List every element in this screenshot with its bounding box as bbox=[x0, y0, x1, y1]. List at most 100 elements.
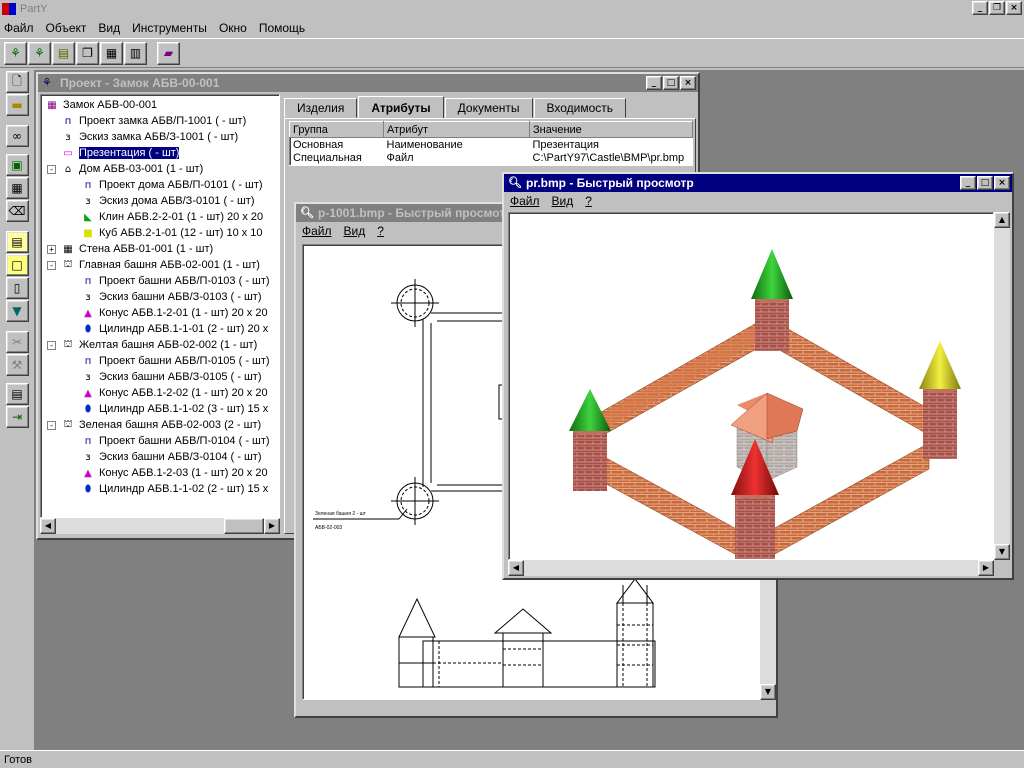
tree-node[interactable]: з Эскиз башни АБВ/З-0105 ( - шт) bbox=[81, 369, 261, 385]
minimize-button[interactable]: _ bbox=[646, 76, 662, 90]
menu-file[interactable]: Файл bbox=[302, 224, 332, 238]
tab-products[interactable]: Изделия bbox=[284, 98, 358, 118]
preview-window-titlebar[interactable]: 🔍︎ pr.bmp - Быстрый просмотр _ □ × bbox=[504, 174, 1012, 192]
tab-attributes[interactable]: Атрибуты bbox=[358, 96, 444, 118]
table-row[interactable]: Специальная Файл C:\PartY97\Castle\BMP\p… bbox=[290, 152, 693, 166]
filter-icon[interactable]: ▼ bbox=[5, 300, 29, 322]
menu-help[interactable]: ? bbox=[377, 224, 384, 238]
tab-documents[interactable]: Документы bbox=[444, 98, 533, 118]
collapse-icon[interactable]: - bbox=[47, 261, 56, 270]
binoculars-icon[interactable]: ∞ bbox=[5, 125, 29, 147]
tree-node[interactable]: п Проект башни АБВ/П-0103 ( - шт) bbox=[81, 273, 270, 289]
minimize-button[interactable]: _ bbox=[960, 176, 976, 190]
menu-tools[interactable]: Инструменты bbox=[132, 21, 207, 35]
page-yellow-icon[interactable]: □ bbox=[5, 254, 29, 276]
tree-node[interactable]: з Эскиз башни АБВ/З-0103 ( - шт) bbox=[81, 289, 261, 305]
tree-node[interactable]: ⬮ Цилиндр АБВ.1-1-02 (3 - шт) 15 x bbox=[81, 401, 268, 417]
tree-node[interactable]: ▲ Конус АБВ.1-2-02 (1 - шт) 20 x 20 bbox=[81, 385, 267, 401]
expand-icon[interactable]: + bbox=[47, 245, 56, 254]
tree-node[interactable]: ⛫ Зеленая башня АБВ-02-003 (2 - шт) bbox=[61, 417, 261, 433]
tree-node[interactable]: ⌂ Дом АБВ-03-001 (1 - шт) bbox=[61, 161, 203, 177]
tree-node[interactable]: ⬮ Цилиндр АБВ.1-1-01 (2 - шт) 20 x bbox=[81, 321, 268, 337]
tree-node[interactable]: ▭ Презентация ( - шт) bbox=[61, 145, 180, 161]
open-folder-icon[interactable]: ▬ bbox=[5, 94, 29, 116]
cylinder-icon: ⬮ bbox=[84, 403, 92, 415]
book-icon[interactable]: ▰ bbox=[157, 41, 180, 65]
exit-icon[interactable]: ⇥ bbox=[5, 406, 29, 428]
tree-node[interactable]: п Проект замка АБВ/П-1001 ( - шт) bbox=[61, 113, 247, 129]
menu-object[interactable]: Объект bbox=[46, 21, 87, 35]
scroll-left-icon[interactable]: ◀ bbox=[40, 518, 56, 534]
tree-node[interactable]: ⛫ Желтая башня АБВ-02-002 (1 - шт) bbox=[61, 337, 257, 353]
app-icon bbox=[2, 3, 16, 15]
table-row[interactable]: Основная Наименование Презентация bbox=[290, 138, 693, 152]
eraser-icon[interactable]: ⌫ bbox=[5, 200, 29, 222]
preview-hscroll[interactable]: ◀ ▶ bbox=[508, 560, 994, 576]
scroll-down-icon[interactable]: ▼ bbox=[760, 684, 776, 700]
menu-view[interactable]: Вид bbox=[98, 21, 120, 35]
tree-node[interactable]: ▦ Стена АБВ-01-001 (1 - шт) bbox=[61, 241, 213, 257]
tree-folder-icon[interactable]: ▤ bbox=[52, 41, 75, 65]
scroll-left-icon[interactable]: ◀ bbox=[508, 560, 524, 576]
app-close-button[interactable]: × bbox=[1006, 1, 1022, 15]
object-icon[interactable]: ▣ bbox=[5, 154, 29, 176]
preview-vscroll[interactable]: ▲ ▼ bbox=[994, 212, 1010, 560]
tree-node[interactable]: ⛫ Главная башня АБВ-02-001 (1 - шт) bbox=[61, 257, 260, 273]
project-tree[interactable]: ▦ Замок АБВ-00-001 п Проект замка АБВ/П-100… bbox=[40, 94, 280, 518]
scroll-down-icon[interactable]: ▼ bbox=[994, 544, 1010, 560]
tree-node[interactable]: ▦ Замок АБВ-00-001 bbox=[45, 97, 157, 113]
tree-node[interactable]: ▲ Конус АБВ.1-2-03 (1 - шт) 20 x 20 bbox=[81, 465, 267, 481]
table-cell: Презентация bbox=[532, 138, 599, 151]
tree-node[interactable]: п Проект башни АБВ/П-0105 ( - шт) bbox=[81, 353, 270, 369]
collapse-icon[interactable]: - bbox=[47, 341, 56, 350]
menu-file[interactable]: Файл bbox=[510, 194, 540, 208]
tools-icon[interactable]: ⚒ bbox=[5, 354, 29, 376]
scroll-right-icon[interactable]: ▶ bbox=[264, 518, 280, 534]
tree-node[interactable]: п Проект дома АБВ/П-0101 ( - шт) bbox=[81, 177, 263, 193]
page-icon[interactable]: ▤ bbox=[5, 231, 29, 253]
tree-node[interactable]: ■ Куб АБВ.2-1-01 (12 - шт) 10 x 10 bbox=[81, 225, 262, 241]
preview-canvas[interactable] bbox=[508, 212, 994, 560]
properties-icon[interactable]: ▤ bbox=[5, 383, 29, 405]
tree-node[interactable]: з Эскиз замка АБВ/З-1001 ( - шт) bbox=[61, 129, 238, 145]
col-group-header[interactable]: Группа bbox=[289, 121, 384, 138]
scroll-right-icon[interactable]: ▶ bbox=[978, 560, 994, 576]
menu-window[interactable]: Окно bbox=[219, 21, 247, 35]
app-restore-button[interactable]: ❐ bbox=[989, 1, 1005, 15]
tree-node-label: Замок АБВ-00-001 bbox=[63, 99, 158, 111]
tree-node[interactable]: ▲ Конус АБВ.1-2-01 (1 - шт) 20 x 20 bbox=[81, 305, 267, 321]
scroll-thumb[interactable] bbox=[224, 518, 264, 534]
tree-node[interactable]: п Проект башни АБВ/П-0104 ( - шт) bbox=[81, 433, 270, 449]
tree-node[interactable]: ⬮ Цилиндр АБВ.1-1-02 (2 - шт) 15 x bbox=[81, 481, 268, 497]
maximize-button[interactable]: □ bbox=[977, 176, 993, 190]
scroll-up-icon[interactable]: ▲ bbox=[994, 212, 1010, 228]
new-document-icon[interactable]: 🗋 bbox=[5, 71, 29, 93]
tree-alt-icon[interactable]: ⚘ bbox=[28, 41, 51, 65]
menu-help[interactable]: Помощь bbox=[259, 21, 305, 35]
menu-view[interactable]: Вид bbox=[552, 194, 574, 208]
col-attribute-header[interactable]: Атрибут bbox=[383, 121, 530, 138]
tree-node[interactable]: з Эскиз дома АБВ/З-0101 ( - шт) bbox=[81, 193, 254, 209]
menu-help[interactable]: ? bbox=[585, 194, 592, 208]
close-button[interactable]: × bbox=[680, 76, 696, 90]
maximize-button[interactable]: □ bbox=[663, 76, 679, 90]
edit-grid-icon[interactable]: ▦ bbox=[5, 177, 29, 199]
tree-hscroll[interactable]: ◀ ▶ bbox=[40, 518, 280, 534]
collapse-icon[interactable]: - bbox=[47, 165, 56, 174]
cut-icon[interactable]: ✂ bbox=[5, 331, 29, 353]
menu-file[interactable]: Файл bbox=[4, 21, 34, 35]
tree-icon[interactable]: ⚘ bbox=[4, 41, 27, 65]
grid-icon[interactable]: ▦ bbox=[100, 41, 123, 65]
tree-node[interactable]: ◣ Клин АБВ.2-2-01 (1 - шт) 20 x 20 bbox=[81, 209, 263, 225]
table-icon[interactable]: ▥ bbox=[124, 41, 147, 65]
project-window-titlebar[interactable]: ⚘ Проект - Замок АБВ-00-001 _ □ × bbox=[38, 74, 698, 92]
col-value-header[interactable]: Значение bbox=[529, 121, 693, 138]
menu-view[interactable]: Вид bbox=[344, 224, 366, 238]
windows-icon[interactable]: ❐ bbox=[76, 41, 99, 65]
collapse-icon[interactable]: - bbox=[47, 421, 56, 430]
close-button[interactable]: × bbox=[994, 176, 1010, 190]
document-icon[interactable]: ▯ bbox=[5, 277, 29, 299]
tree-node[interactable]: з Эскиз башни АБВ/З-0104 ( - шт) bbox=[81, 449, 261, 465]
app-minimize-button[interactable]: _ bbox=[972, 1, 988, 15]
tab-usage[interactable]: Входимость bbox=[533, 98, 627, 118]
